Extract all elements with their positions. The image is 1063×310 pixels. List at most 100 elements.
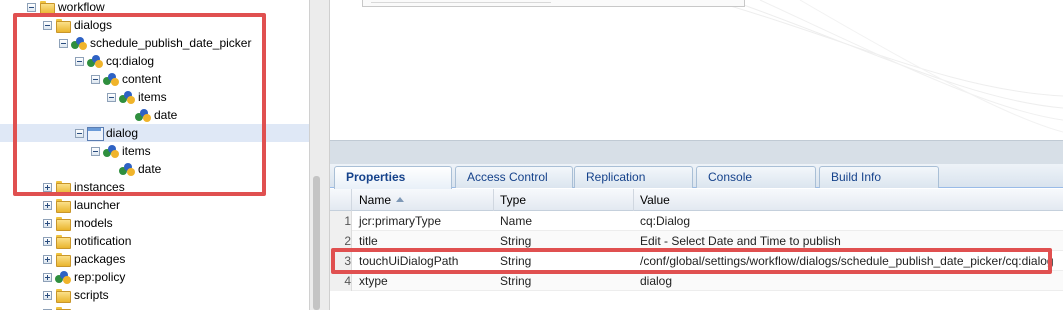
column-header-label: Type <box>500 193 527 207</box>
expand-toggle-icon[interactable] <box>43 272 52 282</box>
expand-toggle-icon[interactable] <box>43 290 52 300</box>
tree-node-items[interactable]: items <box>0 88 309 106</box>
tree-node-label: rep:policy <box>74 270 126 284</box>
panel-divider <box>330 140 1063 164</box>
property-name: touchUiDialogPath <box>359 254 459 268</box>
tree-node-label: content <box>122 72 162 86</box>
folder-icon <box>55 216 71 231</box>
tree-node-scripts[interactable]: scripts <box>0 286 309 304</box>
property-name: xtype <box>359 274 388 288</box>
table-row[interactable]: 4 xtype String dialog <box>330 271 1063 291</box>
tree-node-label: items <box>122 144 151 158</box>
property-value: Edit - Select Date and Time to publish <box>640 234 841 248</box>
tab-replication[interactable]: Replication <box>574 166 693 188</box>
folder-icon <box>55 252 71 267</box>
column-header-type[interactable]: Type <box>494 189 634 211</box>
tree-node-label: dialogs <box>74 18 113 32</box>
column-header-label: Value <box>640 193 670 207</box>
tree-node-label: items <box>138 90 167 104</box>
folder-icon <box>55 180 71 195</box>
tab-access-control[interactable]: Access Control <box>455 166 573 188</box>
property-type: Name <box>500 214 533 228</box>
tab-build-info[interactable]: Build Info <box>819 166 939 188</box>
property-type: String <box>500 254 532 268</box>
tree-node-cq-dialog[interactable]: cq:dialog <box>0 52 309 70</box>
node-icon <box>71 36 87 50</box>
collapse-toggle-icon[interactable] <box>75 56 84 66</box>
tab-label: Build Info <box>831 170 882 184</box>
collapse-toggle-icon[interactable] <box>27 2 36 12</box>
folder-icon <box>55 18 71 33</box>
node-icon <box>119 162 135 176</box>
tree-node-label: schedule_publish_date_picker <box>90 36 252 50</box>
tree-node-dialog[interactable]: dialog <box>0 124 309 142</box>
row-number: 2 <box>330 231 352 251</box>
node-icon <box>87 54 103 68</box>
tree-scrollbar-thumb[interactable] <box>313 176 320 310</box>
table-row[interactable]: 2 title String Edit - Select Date and Ti… <box>330 231 1063 251</box>
row-number: 3 <box>330 251 352 271</box>
tree-node-label: models <box>74 216 113 230</box>
tree-node-label: notification <box>74 234 132 248</box>
collapse-toggle-icon[interactable] <box>75 128 84 138</box>
folder-icon <box>55 288 71 303</box>
tree-node-packages[interactable]: packages <box>0 250 309 268</box>
property-name: jcr:primaryType <box>359 214 442 228</box>
tree-node-instances[interactable]: instances <box>0 178 309 196</box>
node-icon <box>119 90 135 104</box>
background-wave-pattern <box>709 0 1063 133</box>
dialog-preview-area <box>330 0 1063 140</box>
tab-bar: Properties Access Control Replication Co… <box>330 164 1063 189</box>
repository-tree: workflow dialogs schedule_publish_date_p… <box>0 0 309 310</box>
node-icon <box>103 144 119 158</box>
tab-label: Access Control <box>467 170 548 184</box>
expand-toggle-icon[interactable] <box>43 236 52 246</box>
row-number: 1 <box>330 211 352 231</box>
row-number-header <box>330 189 352 211</box>
property-type: String <box>500 234 532 248</box>
property-name: title <box>359 234 378 248</box>
tree-node-label: launcher <box>74 198 121 212</box>
property-type: String <box>500 274 532 288</box>
tab-properties[interactable]: Properties <box>334 166 452 189</box>
tree-node-label: packages <box>74 252 126 266</box>
collapse-toggle-icon[interactable] <box>59 38 68 48</box>
tree-node-dialogs[interactable]: dialogs <box>0 16 309 34</box>
expand-toggle-icon[interactable] <box>43 218 52 228</box>
editor-panel: Properties Access Control Replication Co… <box>330 0 1063 310</box>
tree-node-label: cq:dialog <box>106 54 155 68</box>
collapse-toggle-icon[interactable] <box>91 74 100 84</box>
tree-node-date[interactable]: date <box>0 160 309 178</box>
collapse-toggle-icon[interactable] <box>107 92 116 102</box>
expand-toggle-icon[interactable] <box>43 200 52 210</box>
folder-icon <box>55 306 71 310</box>
column-header-name[interactable]: Name <box>353 189 494 211</box>
tree-node-models[interactable]: models <box>0 214 309 232</box>
expand-toggle-icon[interactable] <box>43 254 52 264</box>
tree-node-label: date <box>154 108 178 122</box>
collapse-toggle-icon[interactable] <box>91 146 100 156</box>
tree-node-date[interactable]: date <box>0 106 309 124</box>
node-icon <box>135 108 151 122</box>
folder-icon <box>39 0 55 15</box>
tree-node-label: instances <box>74 180 125 194</box>
expand-toggle-icon[interactable] <box>43 182 52 192</box>
folder-icon <box>55 198 71 213</box>
tree-node-label: workflow <box>58 0 105 14</box>
collapse-toggle-icon[interactable] <box>43 20 52 30</box>
tree-node-content[interactable]: content <box>0 70 309 88</box>
tree-node-label: date <box>138 162 162 176</box>
preview-field <box>362 0 745 7</box>
node-icon <box>55 270 71 284</box>
column-header-value[interactable]: Value <box>634 189 1063 211</box>
table-row[interactable]: 3 touchUiDialogPath String /conf/global/… <box>330 251 1063 271</box>
tree-node-workflow[interactable]: workflow <box>0 0 309 16</box>
tree-node-schedule-publish-date-picker[interactable]: schedule_publish_date_picker <box>0 34 309 52</box>
tab-console[interactable]: Console <box>696 166 816 188</box>
folder-icon <box>55 234 71 249</box>
tree-node-notification[interactable]: notification <box>0 232 309 250</box>
tree-node-launcher[interactable]: launcher <box>0 196 309 214</box>
tree-node-rep-policy[interactable]: rep:policy <box>0 268 309 286</box>
table-row[interactable]: 1 jcr:primaryType Name cq:Dialog <box>330 211 1063 231</box>
tree-node-items[interactable]: items <box>0 142 309 160</box>
